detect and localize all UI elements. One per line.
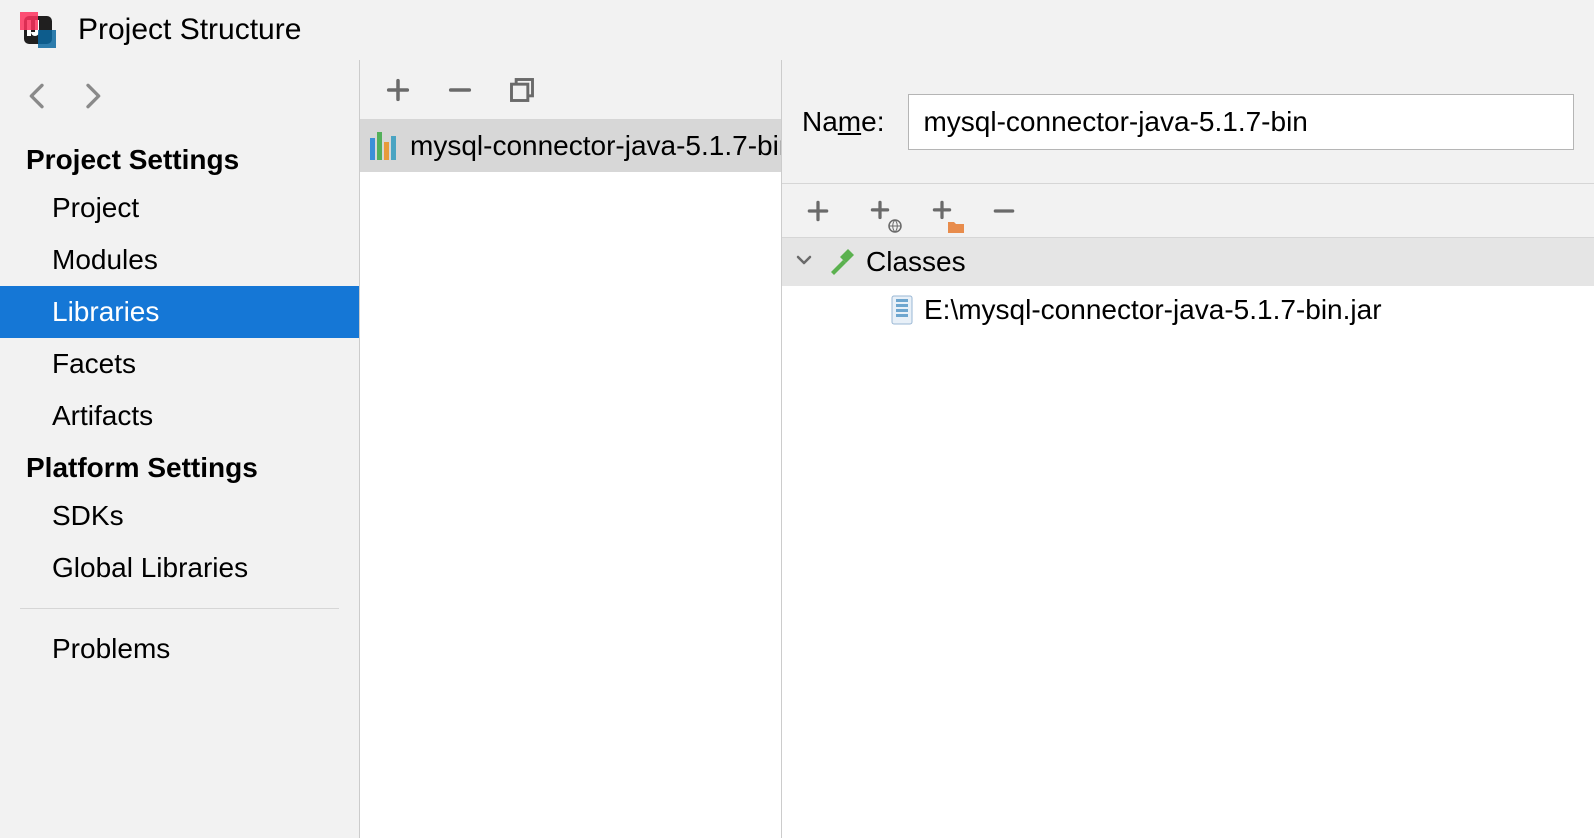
section-title-platform-settings: Platform Settings: [0, 442, 359, 490]
library-icon: [370, 132, 400, 160]
sidebar-divider: [20, 608, 339, 609]
library-items-toolbar: [782, 184, 1594, 238]
folder-badge-icon: [948, 219, 964, 233]
add-library-button[interactable]: [380, 72, 416, 108]
name-label-mnemonic: m: [838, 106, 861, 137]
library-name-label: Name:: [802, 106, 884, 138]
remove-library-button[interactable]: [442, 72, 478, 108]
tree-node-classes[interactable]: Classes: [782, 238, 1594, 286]
name-label-prefix: Na: [802, 106, 838, 137]
sidebar-item-sdks[interactable]: SDKs: [0, 490, 359, 542]
library-detail-panel: Name:: [782, 60, 1594, 838]
library-tree: Classes E:\mysql-connector-java-5.1.7-bi…: [782, 238, 1594, 838]
globe-badge-icon: [888, 219, 902, 233]
add-excluded-root-button[interactable]: [924, 193, 960, 229]
sidebar-item-artifacts[interactable]: Artifacts: [0, 390, 359, 442]
remove-item-button[interactable]: [986, 193, 1022, 229]
tree-node-jar[interactable]: E:\mysql-connector-java-5.1.7-bin.jar: [782, 286, 1594, 334]
library-list-item[interactable]: mysql-connector-java-5.1.7-bin: [360, 120, 781, 172]
add-from-maven-button[interactable]: [862, 193, 898, 229]
add-item-button[interactable]: [800, 193, 836, 229]
forward-button[interactable]: [74, 78, 110, 114]
library-list-item-label: mysql-connector-java-5.1.7-bin: [410, 130, 781, 162]
title-bar: Project Structure: [0, 0, 1594, 60]
hammer-icon: [826, 247, 856, 277]
back-button[interactable]: [20, 78, 56, 114]
libraries-toolbar: [360, 60, 781, 120]
window-title: Project Structure: [78, 13, 301, 47]
jar-archive-icon: [890, 295, 914, 325]
sidebar-item-project[interactable]: Project: [0, 182, 359, 234]
sidebar-item-modules[interactable]: Modules: [0, 234, 359, 286]
name-label-suffix: e:: [861, 106, 884, 137]
libraries-panel: mysql-connector-java-5.1.7-bin: [360, 60, 782, 838]
tree-node-jar-path: E:\mysql-connector-java-5.1.7-bin.jar: [924, 294, 1382, 326]
intellij-logo-icon: [20, 12, 56, 48]
library-name-input[interactable]: [908, 94, 1574, 150]
copy-library-button[interactable]: [504, 72, 540, 108]
sidebar-item-facets[interactable]: Facets: [0, 338, 359, 390]
sidebar-item-problems[interactable]: Problems: [0, 623, 359, 675]
tree-node-classes-label: Classes: [866, 246, 966, 278]
section-title-project-settings: Project Settings: [0, 134, 359, 182]
chevron-down-icon[interactable]: [792, 248, 820, 276]
library-name-row: Name:: [782, 60, 1594, 184]
settings-sidebar: Project Settings Project Modules Librari…: [0, 60, 360, 838]
sidebar-item-libraries[interactable]: Libraries: [0, 286, 359, 338]
sidebar-item-global-libraries[interactable]: Global Libraries: [0, 542, 359, 594]
